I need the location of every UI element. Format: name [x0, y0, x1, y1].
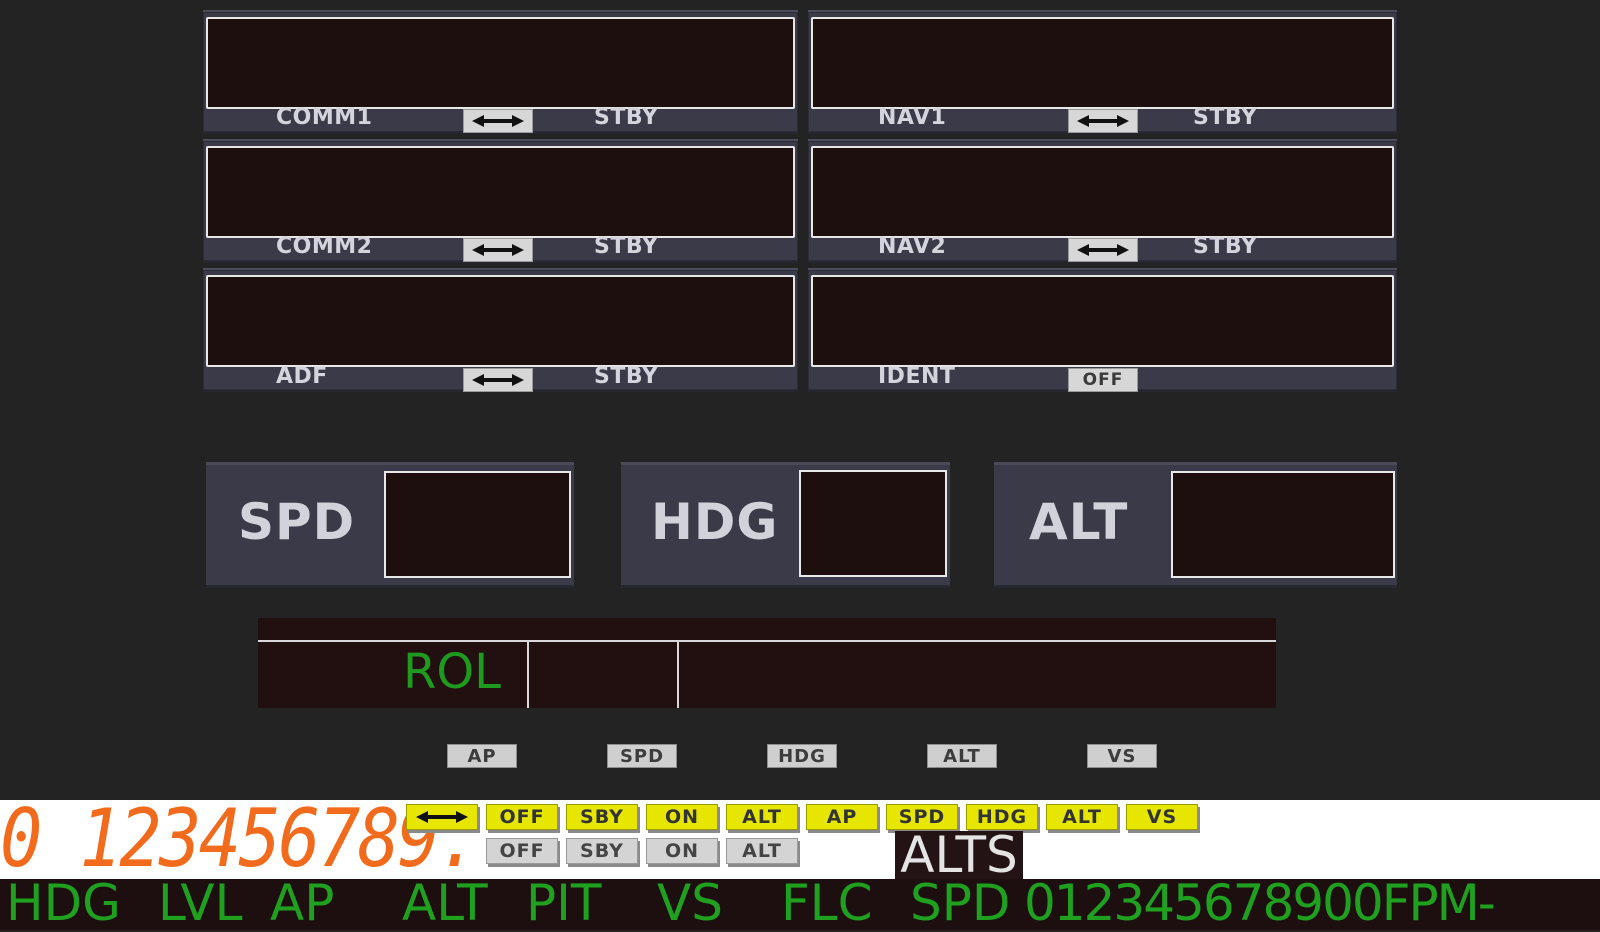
on-button-active[interactable]: ON — [646, 804, 718, 830]
sby-button-inactive[interactable]: SBY — [566, 838, 638, 864]
swap-arrows-icon — [472, 115, 524, 127]
flc-annunciator: FLC — [781, 874, 873, 932]
vs-readout-digits: 012345678900FPM- — [1024, 874, 1496, 932]
swap-arrows-icon — [1077, 115, 1129, 127]
rol-annunciator: ROL — [403, 644, 501, 700]
transponder-panel: IDENT OFF — [808, 268, 1397, 392]
annunciator-separator — [677, 642, 679, 708]
annunciator-divider — [258, 640, 1276, 642]
adf-swap-button[interactable] — [463, 368, 533, 392]
nav1-panel: NAV1 STBY — [808, 10, 1397, 134]
comm1-panel: COMM1 STBY — [203, 10, 798, 134]
swap-arrows-icon — [472, 244, 524, 256]
alt-panel: ALT — [994, 462, 1397, 588]
swap-arrows-icon — [1077, 244, 1129, 256]
nav2-display[interactable] — [811, 146, 1394, 238]
alt-button[interactable]: ALT — [927, 744, 997, 768]
sby-button-active[interactable]: SBY — [566, 804, 638, 830]
adf-panel: ADF STBY — [203, 268, 798, 392]
annunciator-separator — [527, 642, 529, 708]
lvl-annunciator: LVL — [158, 874, 243, 932]
adf-display[interactable] — [206, 275, 795, 367]
nav1-label: NAV1 — [878, 105, 947, 130]
alts-annunciator: ALTS — [895, 830, 1023, 880]
adf-label: ADF — [276, 364, 328, 389]
ident-label: IDENT — [878, 364, 956, 389]
comm1-stby-label: STBY — [594, 105, 659, 130]
ap-button[interactable]: AP — [447, 744, 517, 768]
comm2-stby-label: STBY — [594, 234, 659, 259]
annunciator-strip: ROL — [258, 618, 1276, 708]
hdg-label: HDG — [651, 493, 779, 551]
nav1-swap-button[interactable] — [1068, 109, 1138, 133]
comm1-swap-button[interactable] — [463, 109, 533, 133]
comm1-label: COMM1 — [276, 105, 373, 130]
vs-button-active[interactable]: VS — [1126, 804, 1198, 830]
nav2-panel: NAV2 STBY — [808, 139, 1397, 263]
nav1-display[interactable] — [811, 17, 1394, 109]
comm1-display[interactable] — [206, 17, 795, 109]
transponder-display[interactable] — [811, 275, 1394, 367]
swap-button-active[interactable] — [406, 804, 478, 830]
spd-button[interactable]: SPD — [607, 744, 677, 768]
alt-button-active-2[interactable]: ALT — [1046, 804, 1118, 830]
hdg-annunciator: HDG — [6, 874, 121, 932]
swap-arrows-icon — [472, 374, 524, 386]
spd-annunciator: SPD — [910, 874, 1011, 932]
nav2-swap-button[interactable] — [1068, 238, 1138, 262]
off-button-inactive[interactable]: OFF — [486, 838, 558, 864]
comm2-panel: COMM2 STBY — [203, 139, 798, 263]
spd-panel: SPD — [206, 462, 574, 588]
nav2-label: NAV2 — [878, 234, 947, 259]
pit-annunciator: PIT — [526, 874, 602, 932]
comm2-label: COMM2 — [276, 234, 373, 259]
nav2-stby-label: STBY — [1193, 234, 1258, 259]
alt-display[interactable] — [1171, 471, 1395, 578]
hdg-button[interactable]: HDG — [767, 744, 837, 768]
nav1-stby-label: STBY — [1193, 105, 1258, 130]
spd-label: SPD — [238, 493, 356, 551]
alt-button-inactive[interactable]: ALT — [726, 838, 798, 864]
spd-display[interactable] — [384, 471, 571, 578]
hdg-panel: HDG — [621, 462, 950, 588]
alt-label: ALT — [1029, 493, 1129, 551]
vs-button[interactable]: VS — [1087, 744, 1157, 768]
ap-annunciator: AP — [270, 874, 335, 932]
comm2-swap-button[interactable] — [463, 238, 533, 262]
on-button-inactive[interactable]: ON — [646, 838, 718, 864]
adf-stby-label: STBY — [594, 364, 659, 389]
swap-arrows-icon — [416, 811, 468, 823]
ap-button-active[interactable]: AP — [806, 804, 878, 830]
alt-button-active[interactable]: ALT — [726, 804, 798, 830]
comm2-display[interactable] — [206, 146, 795, 238]
ident-off-button[interactable]: OFF — [1068, 368, 1138, 392]
alt-annunciator: ALT — [402, 874, 488, 932]
vs-annunciator: VS — [657, 874, 723, 932]
off-button-active[interactable]: OFF — [486, 804, 558, 830]
hdg-display[interactable] — [799, 470, 947, 577]
